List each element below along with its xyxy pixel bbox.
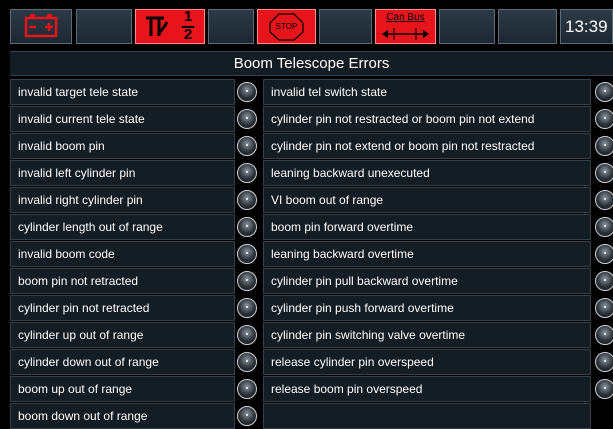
error-status-indicator <box>595 271 613 291</box>
error-row-label: boom up out of range <box>10 376 235 402</box>
error-status-indicator <box>595 109 613 129</box>
error-status-indicator <box>237 163 257 183</box>
error-status-indicator <box>595 352 613 372</box>
status-slot-empty-3 <box>319 9 372 44</box>
error-status-indicator <box>595 244 613 264</box>
error-status-indicator <box>237 298 257 318</box>
page-title: Boom Telescope Errors <box>10 51 613 76</box>
error-row-label: leaning backward unexecuted <box>263 160 591 186</box>
error-row-label: VI boom out of range <box>263 187 591 213</box>
ratio-numerator: 1 <box>184 8 193 25</box>
error-row-label: invalid tel switch state <box>263 79 591 105</box>
error-status-indicator <box>595 325 613 345</box>
error-status-indicator <box>237 82 257 102</box>
error-row-label: invalid boom pin <box>10 133 235 159</box>
error-row-label: cylinder pin push forward overtime <box>263 295 591 321</box>
status-bar: 1 2 STOP Can Bus 13:39 <box>0 0 613 46</box>
status-slot-empty-1 <box>76 9 132 44</box>
error-row-label: invalid current tele state <box>10 106 235 132</box>
error-row-label: leaning backward overtime <box>263 241 591 267</box>
error-status-indicator <box>237 244 257 264</box>
error-row-label: invalid boom code <box>10 241 235 267</box>
can-bus-label: Can Bus <box>386 12 425 23</box>
error-row-label: cylinder pin pull backward overtime <box>263 268 591 294</box>
error-status-indicator <box>595 217 613 237</box>
status-slot-empty-2 <box>208 9 254 44</box>
ratio-denominator: 2 <box>184 26 193 43</box>
error-row-label: invalid right cylinder pin <box>10 187 235 213</box>
error-status-indicator <box>237 271 257 291</box>
error-status-indicator <box>237 379 257 399</box>
error-status-indicator <box>237 109 257 129</box>
error-status-indicator <box>595 190 613 210</box>
error-status-indicator <box>237 352 257 372</box>
error-row-label: release boom pin overspeed <box>263 376 591 402</box>
can-bus-indicator[interactable]: Can Bus <box>375 9 436 44</box>
error-row-label: boom pin not retracted <box>10 268 235 294</box>
status-slot-battery[interactable] <box>10 9 72 44</box>
error-status-indicator <box>237 217 257 237</box>
stop-label: STOP <box>275 22 298 31</box>
error-row-label: cylinder down out of range <box>10 349 235 375</box>
error-status-indicator <box>237 325 257 345</box>
error-status-indicator <box>595 82 613 102</box>
error-row-label: boom pin forward overtime <box>263 214 591 240</box>
error-row-label: invalid target tele state <box>10 79 235 105</box>
error-status-indicator <box>237 136 257 156</box>
clock: 13:39 <box>560 9 613 44</box>
error-status-indicator <box>595 163 613 183</box>
error-status-indicator <box>237 190 257 210</box>
error-row-label: cylinder pin switching valve overtime <box>263 322 591 348</box>
status-slot-empty-5 <box>498 9 557 44</box>
stop-indicator[interactable]: STOP <box>257 9 316 44</box>
error-status-indicator <box>237 406 257 426</box>
error-status-indicator <box>595 379 613 399</box>
error-row-label: cylinder up out of range <box>10 322 235 348</box>
error-row-label: boom down out of range <box>10 403 235 429</box>
error-row-label <box>263 403 591 429</box>
error-row-label: release cylinder pin overspeed <box>263 349 591 375</box>
error-grid: invalid target tele state invalid current… <box>10 79 613 429</box>
error-row-label: cylinder length out of range <box>10 214 235 240</box>
error-status-indicator <box>595 136 613 156</box>
error-row-label: cylinder pin not restracted or boom pin … <box>263 106 591 132</box>
status-slot-empty-4 <box>439 9 495 44</box>
error-status-indicator <box>595 298 613 318</box>
error-row-label: cylinder pin not extend or boom pin not … <box>263 133 591 159</box>
battery-icon <box>24 14 58 38</box>
error-row-label: cylinder pin not retracted <box>10 295 235 321</box>
telescope-ratio-indicator[interactable]: 1 2 <box>135 8 205 44</box>
error-row-label: invalid left cylinder pin <box>10 160 235 186</box>
